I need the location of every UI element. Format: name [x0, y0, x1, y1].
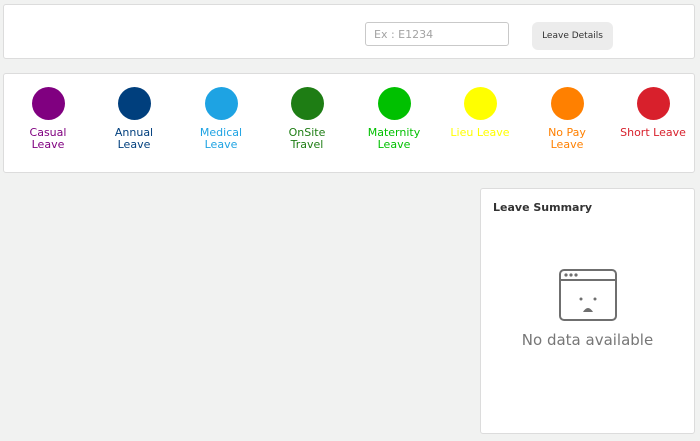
legend-label-short: Short Leave — [620, 126, 686, 139]
legend-dot-annual — [117, 87, 151, 120]
legend-item-maternity: Maternity Leave — [351, 87, 437, 151]
no-data-message: No data available — [521, 331, 654, 349]
legend-item-no-pay: No Pay Leave — [524, 87, 610, 151]
legend-item-casual: Casual Leave — [5, 87, 91, 151]
legend-dot-maternity — [377, 87, 411, 120]
sad-window-icon — [559, 269, 617, 325]
leave-details-button[interactable]: Leave Details — [532, 22, 613, 50]
legend-label-medical: Medical Leave — [199, 126, 243, 151]
legend-dot-casual — [31, 87, 65, 120]
leave-summary-title: Leave Summary — [493, 201, 593, 214]
leave-summary-panel: Leave Summary No data available — [480, 188, 695, 434]
leave-type-legend: Casual Leave Annual Leave Medical Leave OnS… — [3, 73, 695, 173]
legend-label-no-pay: No Pay Leave — [548, 126, 586, 151]
legend-label-maternity: Maternity Leave — [367, 126, 421, 151]
legend-item-annual: Annual Leave — [91, 87, 177, 151]
legend-dot-no-pay — [550, 87, 584, 120]
legend-label-casual: Casual Leave — [29, 126, 67, 151]
legend-label-onsite-travel: OnSite Travel — [288, 126, 326, 151]
legend-dot-medical — [204, 87, 238, 120]
legend-dot-lieu — [463, 87, 497, 120]
legend-label-annual: Annual Leave — [114, 126, 154, 151]
legend-label-lieu: Lieu Leave — [450, 126, 510, 139]
legend-dot-short — [636, 87, 670, 120]
top-toolbar-panel: Leave Details — [3, 4, 695, 59]
legend-dot-onsite-travel — [290, 87, 324, 120]
legend-item-short: Short Leave — [610, 87, 696, 139]
employee-search-input[interactable] — [365, 22, 509, 46]
legend-item-lieu: Lieu Leave — [437, 87, 523, 139]
legend-item-medical: Medical Leave — [178, 87, 264, 151]
legend-item-onsite-travel: OnSite Travel — [264, 87, 350, 151]
